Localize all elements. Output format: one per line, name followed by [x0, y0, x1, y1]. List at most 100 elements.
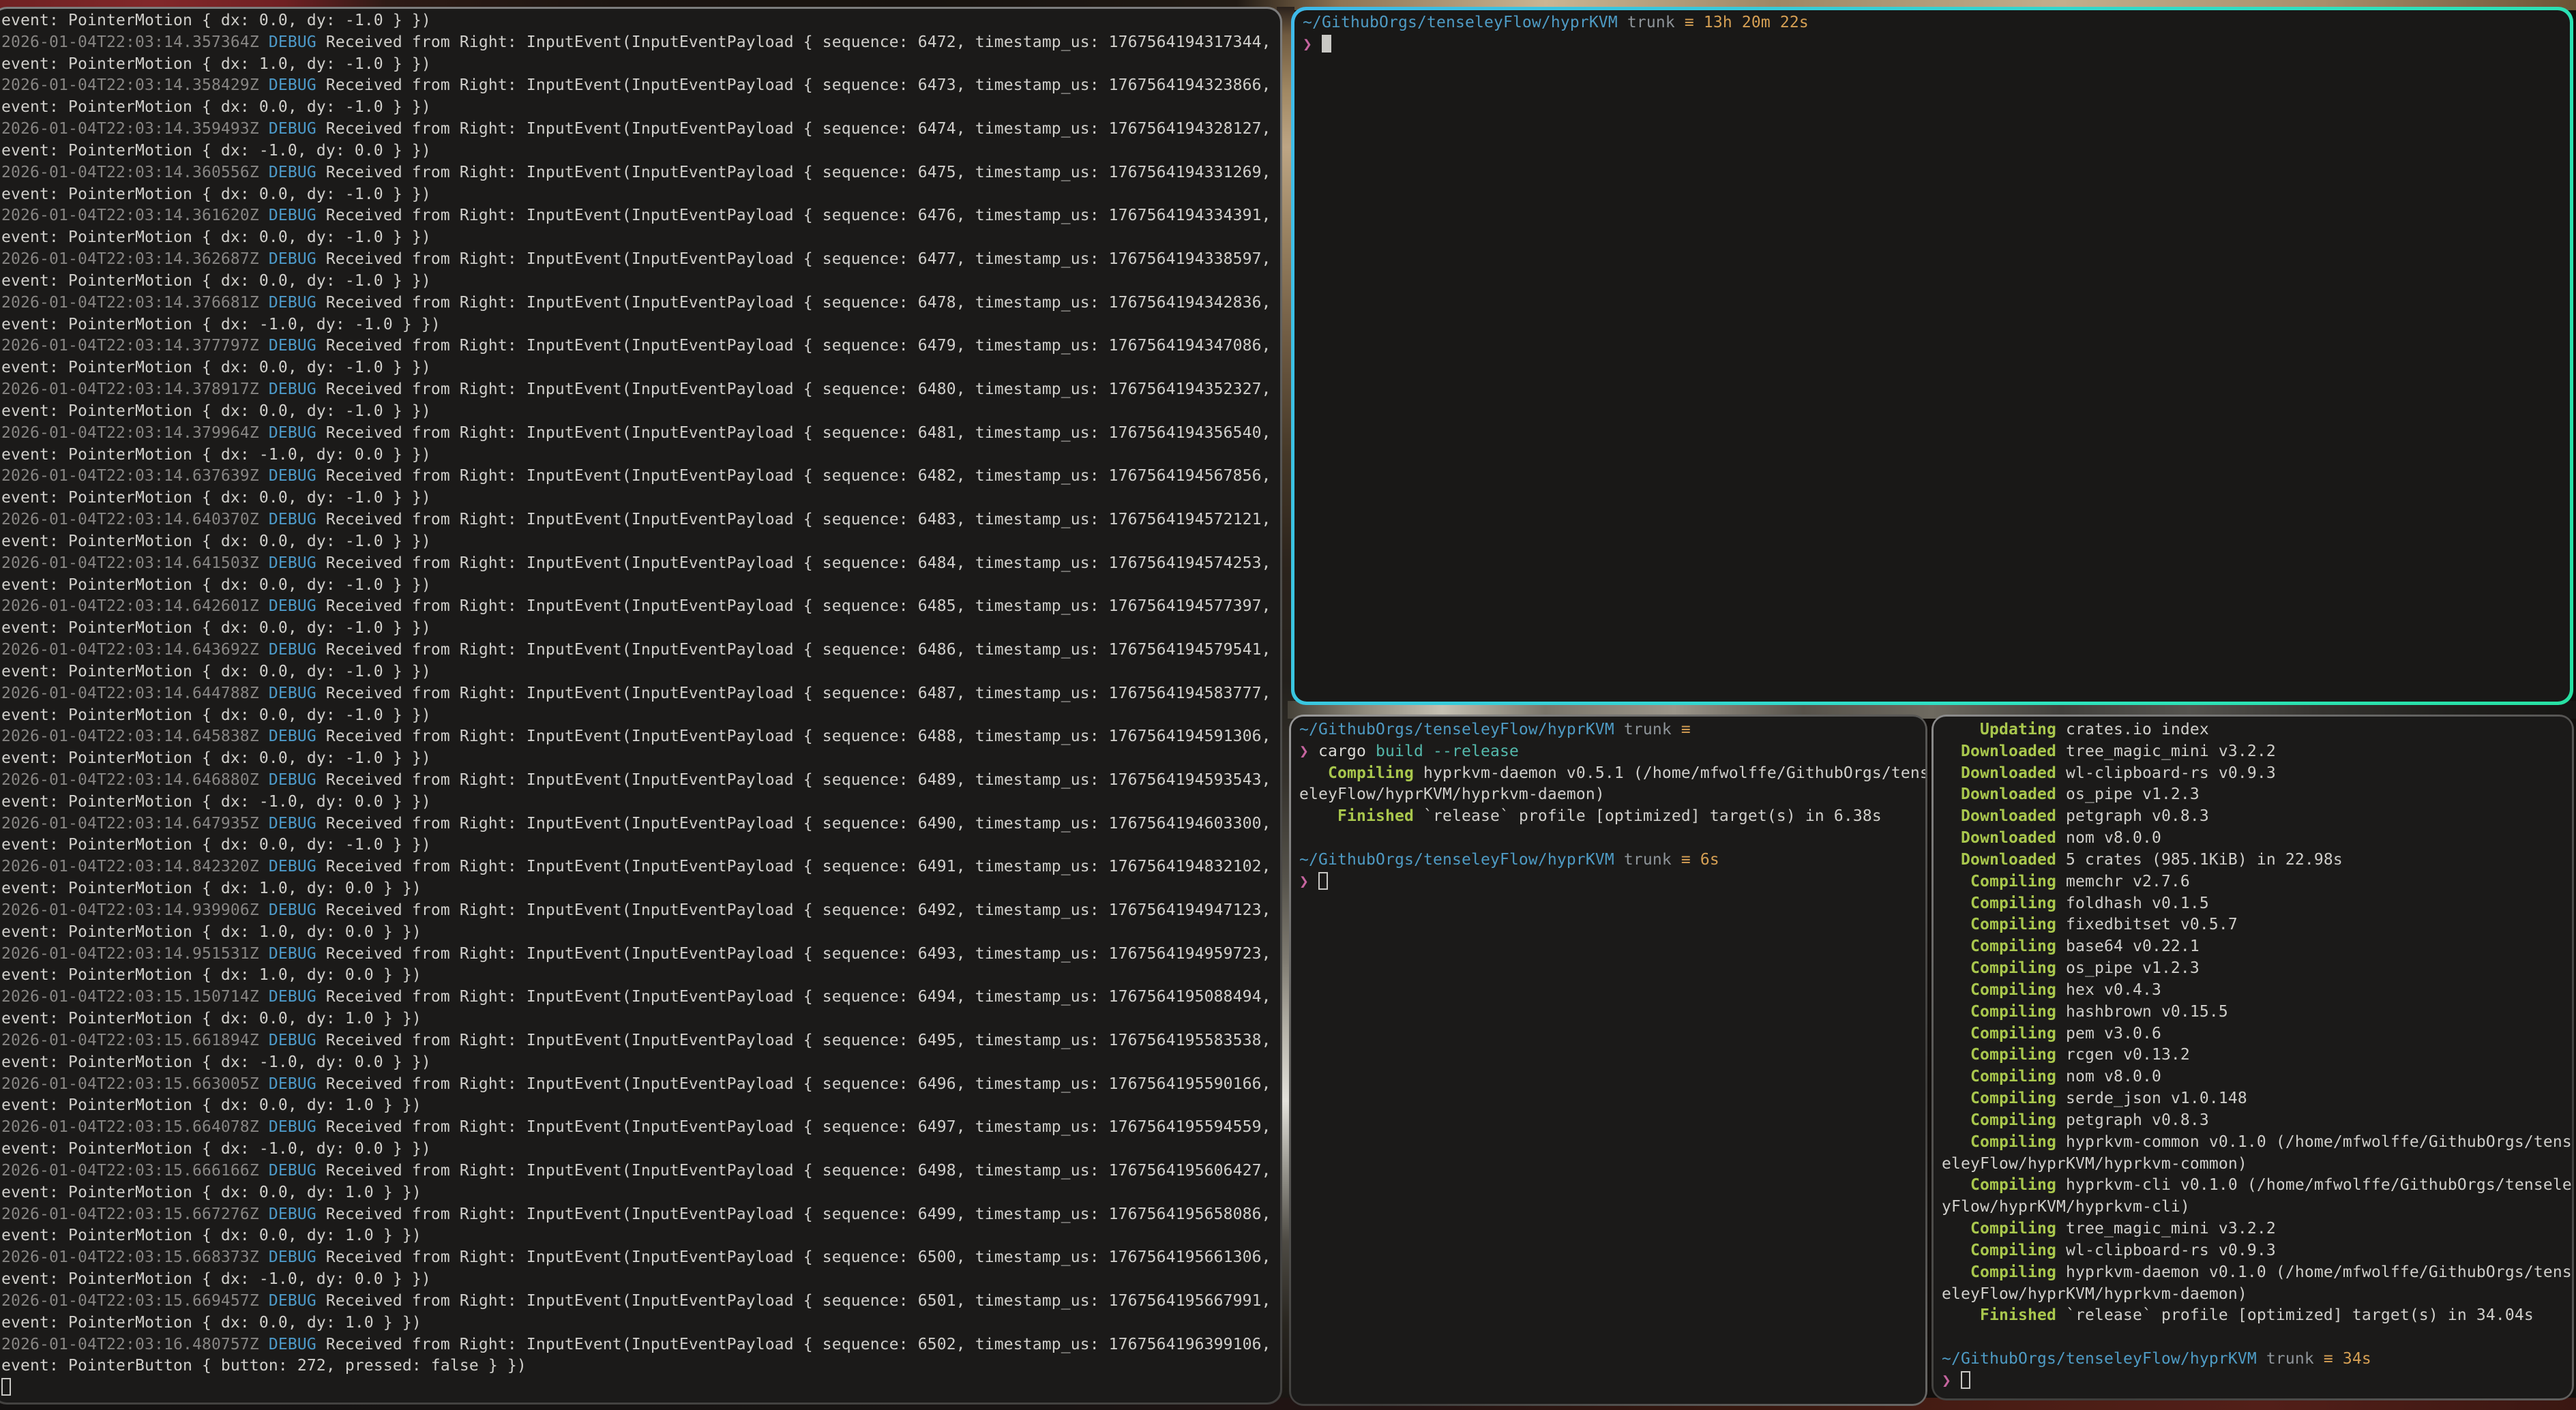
terminal-line: 2026-01-04T22:03:15.661894Z DEBUG Receiv… — [1, 1030, 1280, 1052]
text-segment: event: PointerMotion { dx: 0.0, dy: -1.0… — [1, 359, 431, 376]
log-level-badge: DEBUG — [259, 1075, 316, 1093]
text-segment: hyprkvm-cli v0.1.0 (/home/mfwolffe/Githu… — [2056, 1176, 2572, 1194]
terminal-line: Compiling hyprkvm-daemon v0.5.1 (/home/m… — [1299, 763, 1925, 785]
text-segment: Received from Right: InputEvent(InputEve… — [316, 33, 1271, 51]
text-segment: event: PointerMotion { dx: 0.0, dy: -1.0… — [1, 12, 431, 29]
terminal-line: 2026-01-04T22:03:14.641503Z DEBUG Receiv… — [1, 553, 1280, 575]
text-segment: Received from Right: InputEvent(InputEve… — [316, 380, 1271, 398]
terminal-line: Downloaded wl-clipboard-rs v0.9.3 — [1942, 763, 2572, 785]
text-segment: Received from Right: InputEvent(InputEve… — [316, 685, 1271, 702]
terminal-line: Compiling rcgen v0.13.2 — [1942, 1045, 2572, 1066]
log-level-badge: DEBUG — [259, 641, 316, 659]
text-segment: Received from Right: InputEvent(InputEve… — [316, 337, 1271, 355]
log-timestamp: 2026-01-04T22:03:14.378917Z — [1, 380, 259, 398]
log-level-badge: DEBUG — [259, 988, 316, 1006]
prompt-path: ~/GithubOrgs/tenseleyFlow/hyprKVM — [1299, 851, 1614, 869]
log-level-badge: DEBUG — [259, 1248, 316, 1266]
terminal-line: Compiling base64 v0.22.1 — [1942, 936, 2572, 958]
pane-border-inactive: Updating crates.io index Downloaded tree… — [1931, 715, 2574, 1400]
log-timestamp: 2026-01-04T22:03:14.641503Z — [1, 554, 259, 572]
terminal-line: Compiling tree_magic_mini v3.2.2 — [1942, 1218, 2572, 1240]
cargo-verb: Compiling — [1942, 1025, 2056, 1042]
prompt-duration: ≡ — [1672, 721, 1691, 738]
terminal-line: event: PointerMotion { dx: 1.0, dy: 0.0 … — [1, 878, 1280, 900]
log-timestamp: 2026-01-04T22:03:14.377797Z — [1, 337, 259, 355]
terminal-line: event: PointerMotion { dx: 1.0, dy: 0.0 … — [1, 965, 1280, 987]
terminal-pane-cargo-output[interactable]: Updating crates.io index Downloaded tree… — [1931, 715, 2574, 1400]
log-timestamp: 2026-01-04T22:03:14.647935Z — [1, 815, 259, 832]
terminal-line: event: PointerMotion { dx: 0.0, dy: -1.0… — [1, 184, 1280, 206]
text-segment: build --release — [1376, 742, 1519, 760]
text-segment: Received from Right: InputEvent(InputEve… — [316, 1205, 1271, 1223]
terminal-pane-shell-focused[interactable]: ~/GithubOrgs/tenseleyFlow/hyprKVM trunk … — [1291, 7, 2573, 705]
text-segment: tree_magic_mini v3.2.2 — [2056, 1220, 2276, 1238]
text-segment: event: PointerMotion { dx: 0.0, dy: -1.0… — [1, 532, 431, 550]
text-segment: tree_magic_mini v3.2.2 — [2056, 742, 2276, 760]
terminal-line: ❯ — [1303, 34, 2570, 56]
text-segment: yFlow/hyprKVM/hyprkvm-cli) — [1942, 1198, 2190, 1216]
terminal-line: ~/GithubOrgs/tenseleyFlow/hyprKVM trunk … — [1942, 1349, 2572, 1370]
text-segment: fixedbitset v0.5.7 — [2056, 916, 2238, 933]
text-segment: event: PointerMotion { dx: 1.0, dy: -1.0… — [1, 55, 431, 73]
terminal-line: Downloaded 5 crates (985.1KiB) in 22.98s — [1942, 850, 2572, 871]
log-level-badge: DEBUG — [259, 1292, 316, 1310]
terminal-line: event: PointerMotion { dx: 0.0, dy: -1.0… — [1, 835, 1280, 856]
terminal-line: 2026-01-04T22:03:15.667276Z DEBUG Receiv… — [1, 1204, 1280, 1226]
terminal-line: event: PointerMotion { dx: -1.0, dy: 0.0… — [1, 1139, 1280, 1160]
log-level-badge: DEBUG — [259, 1032, 316, 1049]
text-segment: event: PointerButton { button: 272, pres… — [1, 1357, 527, 1375]
log-timestamp: 2026-01-04T22:03:15.666166Z — [1, 1162, 259, 1180]
text-segment: Received from Right: InputEvent(InputEve… — [316, 1075, 1271, 1093]
text-segment: serde_json v1.0.148 — [2056, 1090, 2247, 1107]
terminal-line: event: PointerMotion { dx: 0.0, dy: -1.0… — [1, 97, 1280, 119]
terminal-line: 2026-01-04T22:03:14.357364Z DEBUG Receiv… — [1, 32, 1280, 54]
text-segment: event: PointerMotion { dx: 1.0, dy: 0.0 … — [1, 923, 421, 941]
text-segment: event: PointerMotion { dx: 1.0, dy: 0.0 … — [1, 880, 421, 897]
terminal-line: 2026-01-04T22:03:14.644788Z DEBUG Receiv… — [1, 683, 1280, 705]
terminal-line: ❯ — [1942, 1370, 2572, 1392]
terminal-pane-daemon-log[interactable]: event: PointerMotion { dx: 0.0, dy: -1.0… — [0, 7, 1282, 1405]
terminal-line: event: PointerMotion { dx: 0.0, dy: -1.0… — [1, 357, 1280, 379]
terminal-line: event: PointerMotion { dx: 0.0, dy: -1.0… — [1, 10, 1280, 32]
text-segment: event: PointerMotion { dx: -1.0, dy: 0.0… — [1, 793, 431, 811]
terminal-line: event: PointerMotion { dx: 1.0, dy: 0.0 … — [1, 922, 1280, 944]
text-segment: eleyFlow/hyprKVM/hyprkvm-daemon) — [1299, 785, 1605, 803]
terminal-line: event: PointerMotion { dx: -1.0, dy: 0.0… — [1, 140, 1280, 162]
text-segment: nom v8.0.0 — [2056, 829, 2161, 847]
terminal-line: 2026-01-04T22:03:14.643692Z DEBUG Receiv… — [1, 640, 1280, 661]
terminal-pane-shell-build[interactable]: ~/GithubOrgs/tenseleyFlow/hyprKVM trunk … — [1289, 715, 1927, 1406]
terminal-line: 2026-01-04T22:03:15.150714Z DEBUG Receiv… — [1, 987, 1280, 1008]
terminal-line: 2026-01-04T22:03:14.359493Z DEBUG Receiv… — [1, 119, 1280, 140]
prompt-chevron: ❯ — [1303, 35, 1322, 53]
log-level-badge: DEBUG — [259, 294, 316, 312]
log-level-badge: DEBUG — [259, 858, 316, 875]
text-segment: event: PointerMotion { dx: 0.0, dy: 1.0 … — [1, 1184, 421, 1201]
terminal-line: 2026-01-04T22:03:14.361620Z DEBUG Receiv… — [1, 205, 1280, 227]
log-level-badge: DEBUG — [259, 424, 316, 442]
prompt-path: ~/GithubOrgs/tenseleyFlow/hyprKVM — [1303, 14, 1618, 31]
terminal-line: 2026-01-04T22:03:14.379964Z DEBUG Receiv… — [1, 423, 1280, 445]
text-segment: petgraph v0.8.3 — [2056, 1111, 2209, 1129]
text-segment: base64 v0.22.1 — [2056, 937, 2200, 955]
cargo-verb: Compiling — [1942, 873, 2056, 890]
terminal-line: ~/GithubOrgs/tenseleyFlow/hyprKVM trunk … — [1299, 719, 1925, 741]
git-branch-label: trunk — [2257, 1350, 2314, 1368]
terminal-line: event: PointerMotion { dx: 0.0, dy: 1.0 … — [1, 1225, 1280, 1247]
pane-border-inactive: event: PointerMotion { dx: 0.0, dy: -1.0… — [0, 7, 1282, 1405]
terminal-line: Compiling os_pipe v1.2.3 — [1942, 958, 2572, 980]
text-segment: Received from Right: InputEvent(InputEve… — [316, 988, 1271, 1006]
text-segment: foldhash v0.1.5 — [2056, 895, 2209, 912]
terminal-line: 2026-01-04T22:03:14.358429Z DEBUG Receiv… — [1, 75, 1280, 97]
text-segment: Received from Right: InputEvent(InputEve… — [316, 1118, 1271, 1136]
terminal-line: 2026-01-04T22:03:14.951531Z DEBUG Receiv… — [1, 944, 1280, 965]
terminal-line: event: PointerMotion { dx: 0.0, dy: -1.0… — [1, 401, 1280, 423]
terminal-line: 2026-01-04T22:03:14.362687Z DEBUG Receiv… — [1, 249, 1280, 271]
text-segment: Received from Right: InputEvent(InputEve… — [316, 1292, 1271, 1310]
terminal-line: Compiling hashbrown v0.15.5 — [1942, 1002, 2572, 1023]
log-level-badge: DEBUG — [259, 685, 316, 702]
terminal-line: 2026-01-04T22:03:14.645838Z DEBUG Receiv… — [1, 726, 1280, 748]
text-segment: cargo — [1318, 742, 1376, 760]
cargo-verb: Downloaded — [1942, 742, 2056, 760]
text-segment: event: PointerMotion { dx: 0.0, dy: -1.0… — [1, 228, 431, 246]
text-segment: Received from Right: InputEvent(InputEve… — [316, 1162, 1271, 1180]
